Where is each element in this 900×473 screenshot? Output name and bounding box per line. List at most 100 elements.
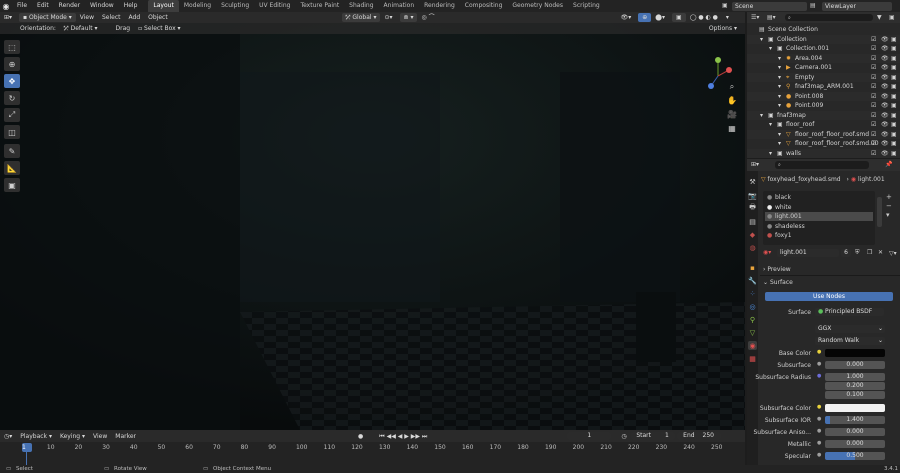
slot-menu-icon[interactable]: ▾ bbox=[886, 211, 892, 220]
outliner-editor-icon[interactable]: ☰▾ bbox=[751, 14, 759, 21]
outliner-search-input[interactable]: ⌕ bbox=[785, 14, 873, 21]
xray-icon[interactable]: ▣ bbox=[672, 13, 686, 22]
subsurface-field[interactable]: 0.000 bbox=[825, 361, 885, 369]
view-layer-icon[interactable]: ▤ bbox=[810, 2, 816, 9]
subsurface-ior-slider[interactable]: 1.400 bbox=[825, 416, 885, 424]
duplicate-icon[interactable]: ❐ bbox=[867, 249, 872, 256]
tab-animation[interactable]: Animation bbox=[379, 0, 420, 12]
visibility-eye-icon[interactable]: 👁 bbox=[881, 35, 889, 45]
visibility-eye-icon[interactable]: 👁 bbox=[881, 130, 889, 140]
visibility-eye-icon[interactable]: 👁 bbox=[881, 92, 889, 102]
drag-dropdown[interactable]: ▫ Select Box ▾ bbox=[134, 24, 184, 33]
subsurface-aniso-field[interactable]: 0.000 bbox=[825, 428, 885, 436]
physics-tab-icon[interactable]: ◎ bbox=[748, 302, 757, 311]
material-slots-list[interactable]: ● black ● white ● light.001 ● shadeless ● foxy1 bbox=[763, 191, 875, 245]
playback-controls[interactable]: ⏮ ◀◀ ◀ ▶ ▶▶ ⏭ bbox=[375, 432, 431, 441]
properties-editor[interactable]: ⊞▾ ⌕ 📌 ⚒ 📷 🖶 ▤ ◆ ◍ ▪ 🔧 ⁘ ◎ ⚲ ▽ ◉ ▦ ▽ fox… bbox=[747, 159, 900, 465]
filter-icon[interactable]: ▼ bbox=[877, 14, 882, 21]
timeline[interactable]: ◷▾ Playback ▾ Keying ▾ View Marker ● ⏮ ◀… bbox=[0, 430, 745, 465]
current-frame-field[interactable]: 1 bbox=[567, 432, 612, 440]
menu-marker[interactable]: Marker bbox=[111, 432, 140, 441]
tab-compositing[interactable]: Compositing bbox=[460, 0, 508, 12]
exclude-checkbox-icon[interactable]: ☑ bbox=[871, 35, 876, 45]
metallic-field[interactable]: 0.000 bbox=[825, 440, 885, 448]
transform-tool-icon[interactable]: ◫ bbox=[4, 125, 20, 139]
expand-toggle-icon[interactable]: ▾ bbox=[769, 120, 772, 130]
measure-tool-icon[interactable]: 📐 bbox=[4, 161, 20, 175]
zoom-icon[interactable]: ⌕ bbox=[727, 82, 737, 92]
visibility-eye-icon[interactable]: 👁 bbox=[881, 139, 889, 149]
3d-viewport[interactable]: ⊞▾ ▪ Object Mode ▾ View Select Add Objec… bbox=[0, 12, 745, 430]
world-tab-icon[interactable]: ◍ bbox=[748, 243, 757, 252]
base-color-swatch[interactable] bbox=[825, 349, 885, 357]
outliner-row[interactable]: ▾ ▽ floor_roof_floor_roof.smd.00 ☑ 👁 ▣ bbox=[747, 139, 900, 149]
exclude-checkbox-icon[interactable]: ☑ bbox=[871, 130, 876, 140]
subsurface-radius-y[interactable]: 0.200 bbox=[825, 382, 885, 390]
outliner-row[interactable]: ▾ ● Point.008 ☑ 👁 ▣ bbox=[747, 91, 900, 102]
render-toggle-icon[interactable]: ▣ bbox=[891, 44, 897, 54]
surface-shader-field[interactable]: ● Principled BSDF bbox=[815, 308, 884, 316]
distribution-dropdown[interactable]: GGX ⌄ bbox=[815, 325, 885, 333]
menu-view[interactable]: View bbox=[76, 13, 98, 22]
material-slot[interactable]: ● white bbox=[765, 203, 873, 212]
visibility-eye-icon[interactable]: 👁 bbox=[881, 149, 889, 159]
outliner-row[interactable]: ▾ ▣ walls ☑ 👁 ▣ bbox=[747, 148, 900, 159]
tab-texture-paint[interactable]: Texture Paint bbox=[295, 0, 344, 12]
constraints-tab-icon[interactable]: ⚲ bbox=[748, 315, 757, 324]
visibility-eye-icon[interactable]: 👁 bbox=[881, 120, 889, 130]
editor-type-icon[interactable]: ⊞▾ bbox=[0, 13, 16, 22]
visibility-icon[interactable]: 👁▾ bbox=[617, 13, 636, 22]
exclude-checkbox-icon[interactable]: ☑ bbox=[871, 111, 876, 121]
render-toggle-icon[interactable]: ▣ bbox=[891, 130, 897, 140]
exclude-checkbox-icon[interactable]: ☑ bbox=[871, 63, 876, 73]
expand-toggle-icon[interactable]: ▾ bbox=[778, 139, 781, 149]
tab-shading[interactable]: Shading bbox=[344, 0, 378, 12]
render-toggle-icon[interactable]: ▣ bbox=[891, 92, 897, 102]
outliner-row[interactable]: ▾ ● Point.009 ☑ 👁 ▣ bbox=[747, 101, 900, 111]
slots-scrollbar[interactable] bbox=[877, 197, 882, 227]
gizmo-toggle-icon[interactable]: ⊕ bbox=[638, 13, 652, 22]
expand-toggle-icon[interactable]: ▾ bbox=[760, 35, 763, 45]
outliner-row[interactable]: ▾ ▣ Collection.001 ☑ 👁 ▣ bbox=[747, 44, 900, 54]
snap-icon[interactable]: ⋒ ▾ bbox=[399, 13, 418, 22]
tab-layout[interactable]: Layout bbox=[148, 0, 179, 12]
record-icon[interactable]: ● bbox=[354, 432, 367, 441]
exclude-checkbox-icon[interactable]: ☑ bbox=[871, 73, 876, 83]
menu-select[interactable]: Select bbox=[98, 13, 125, 22]
outliner-row[interactable]: ▾ ▽ floor_roof_floor_roof.smd ☑ 👁 ▣ bbox=[747, 129, 900, 140]
node-link-icon[interactable]: ▽▾ bbox=[889, 250, 897, 257]
end-frame-field[interactable]: End 250 bbox=[676, 432, 721, 440]
render-toggle-icon[interactable]: ▣ bbox=[891, 35, 897, 45]
scene-tab-icon[interactable]: ◆ bbox=[748, 230, 757, 239]
select-box-tool-icon[interactable]: ⬚ bbox=[4, 40, 20, 54]
menu-window[interactable]: Window bbox=[85, 0, 119, 12]
material-name-field[interactable]: light.001 bbox=[777, 249, 839, 257]
outliner[interactable]: ☰▾ ▤▾ ⌕ ▼ ▣ ▤ Scene Collection ▾ ▣ Collectio… bbox=[747, 12, 900, 159]
outliner-row[interactable]: ▾ ▶ Camera.001 ☑ 👁 ▣ bbox=[747, 63, 900, 73]
data-tab-icon[interactable]: ▽ bbox=[748, 328, 757, 337]
render-tab-icon[interactable]: 📷 bbox=[748, 191, 757, 200]
outliner-row[interactable]: ▾ ✹ Area.004 ☑ 👁 ▣ bbox=[747, 53, 900, 63]
surface-panel-header[interactable]: ⌄ Surface bbox=[763, 278, 900, 287]
particles-tab-icon[interactable]: ⁘ bbox=[748, 289, 757, 298]
expand-toggle-icon[interactable]: ▾ bbox=[778, 130, 781, 140]
visibility-eye-icon[interactable]: 👁 bbox=[881, 44, 889, 54]
fake-user-icon[interactable]: ⛨ bbox=[855, 249, 860, 257]
add-slot-icon[interactable]: + bbox=[886, 193, 892, 202]
subsurface-radius-x[interactable]: 1.000 bbox=[825, 373, 885, 381]
expand-toggle-icon[interactable]: ▾ bbox=[760, 111, 763, 121]
material-slot[interactable]: ● shadeless bbox=[765, 222, 873, 231]
tool-tab-icon[interactable]: ⚒ bbox=[748, 177, 757, 186]
render-toggle-icon[interactable]: ▣ bbox=[891, 82, 897, 92]
scene-icon[interactable]: ▣ bbox=[722, 2, 728, 9]
subsurface-radius-z[interactable]: 0.100 bbox=[825, 391, 885, 399]
material-slot[interactable]: ● foxy1 bbox=[765, 231, 873, 240]
expand-toggle-icon[interactable]: ▾ bbox=[769, 149, 772, 159]
options-dropdown[interactable]: Options ▾ bbox=[705, 24, 741, 33]
material-slot[interactable]: ● black bbox=[765, 193, 873, 202]
material-slot[interactable]: ● light.001 bbox=[765, 212, 873, 221]
display-mode-icon[interactable]: ▤▾ bbox=[767, 14, 776, 21]
add-cube-tool-icon[interactable]: ▣ bbox=[4, 178, 20, 192]
move-tool-icon[interactable]: ✥ bbox=[4, 74, 20, 88]
menu-help[interactable]: Help bbox=[119, 0, 143, 12]
